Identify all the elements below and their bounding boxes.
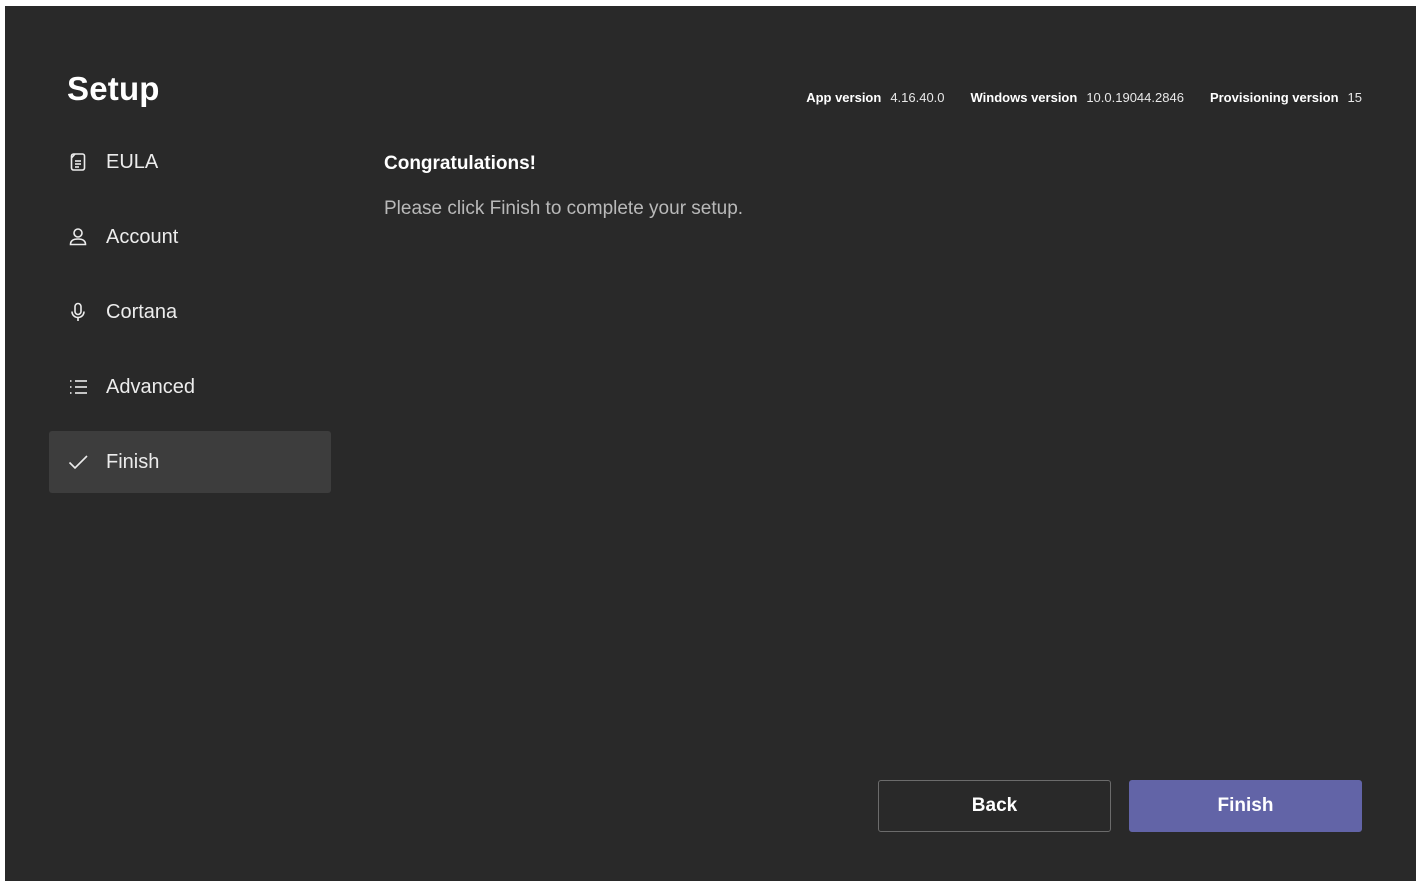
- microphone-icon: [67, 301, 89, 323]
- sidebar-item-cortana[interactable]: Cortana: [49, 281, 331, 343]
- sidebar-item-finish[interactable]: Finish: [49, 431, 331, 493]
- app-version-label: App version: [806, 90, 882, 105]
- sidebar-nav: EULA Account Cortana Advanced Finish: [49, 131, 331, 506]
- checkmark-icon: [67, 451, 89, 473]
- document-icon: [67, 151, 89, 173]
- sidebar-item-label: Account: [106, 225, 179, 248]
- app-version-value: 4.16.40.0: [890, 90, 945, 105]
- list-icon: [67, 376, 89, 398]
- congratulations-heading: Congratulations!: [384, 153, 536, 174]
- setup-screen: Setup App version 4.16.40.0 Windows vers…: [5, 6, 1416, 881]
- sidebar-item-account[interactable]: Account: [49, 206, 331, 268]
- finish-message: Please click Finish to complete your set…: [384, 198, 744, 219]
- windows-version-label: Windows version: [970, 90, 1078, 105]
- app-version: App version 4.16.40.0: [806, 90, 944, 105]
- provisioning-version-label: Provisioning version: [1209, 90, 1339, 105]
- windows-version-value: 10.0.19044.2846: [1086, 90, 1184, 105]
- sidebar-item-label: EULA: [106, 150, 159, 173]
- provisioning-version-value: 15: [1347, 90, 1362, 105]
- version-info: App version 4.16.40.0 Windows version 10…: [780, 90, 1362, 105]
- sidebar-item-advanced[interactable]: Advanced: [49, 356, 331, 418]
- sidebar-item-label: Advanced: [106, 375, 195, 398]
- sidebar-item-label: Finish: [106, 450, 160, 473]
- provisioning-version: Provisioning version 15: [1210, 90, 1362, 105]
- page-title: Setup: [67, 70, 160, 107]
- person-icon: [67, 226, 89, 248]
- windows-version: Windows version 10.0.19044.2846: [971, 90, 1184, 105]
- back-button[interactable]: Back: [878, 780, 1111, 832]
- sidebar-item-eula[interactable]: EULA: [49, 131, 331, 193]
- sidebar-item-label: Cortana: [106, 300, 178, 323]
- finish-button[interactable]: Finish: [1129, 780, 1362, 832]
